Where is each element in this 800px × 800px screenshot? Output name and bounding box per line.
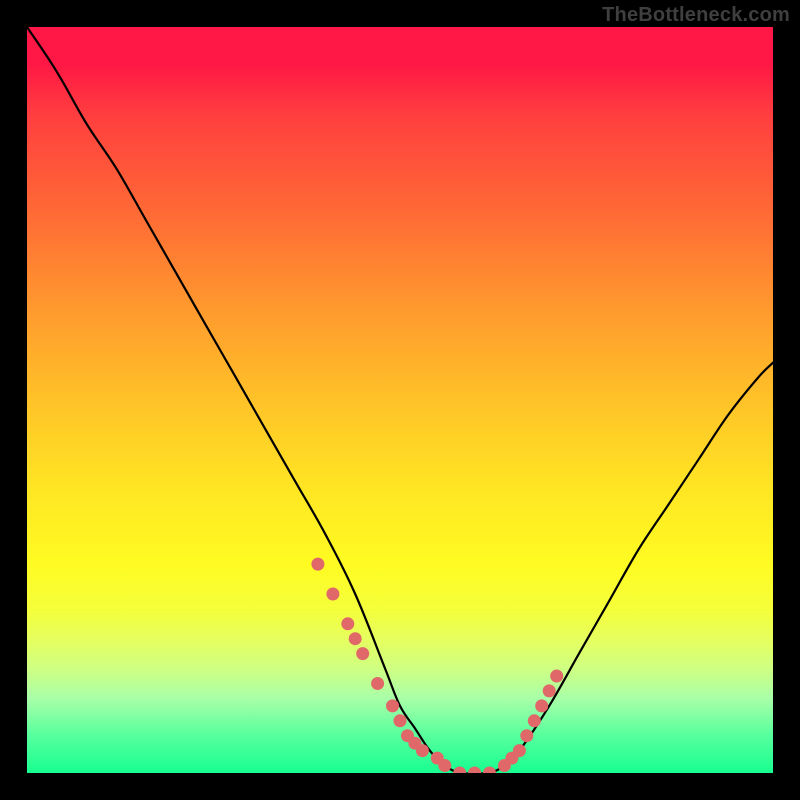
marker-dot	[341, 617, 354, 630]
marker-dot	[483, 767, 496, 774]
marker-dot	[453, 767, 466, 774]
marker-dot	[550, 670, 563, 683]
marker-dot	[513, 744, 526, 757]
marker-dot	[394, 714, 407, 727]
marker-dot	[438, 759, 451, 772]
marker-dot	[528, 714, 541, 727]
watermark-text: TheBottleneck.com	[602, 4, 790, 27]
marker-dot	[386, 699, 399, 712]
plot-svg	[27, 27, 773, 773]
marker-dot	[468, 767, 481, 774]
marker-dot	[349, 632, 362, 645]
highlight-markers	[311, 558, 563, 773]
marker-dot	[311, 558, 324, 571]
marker-dot	[371, 677, 384, 690]
plot-area	[27, 27, 773, 773]
marker-dot	[543, 684, 556, 697]
chart-frame: TheBottleneck.com	[0, 0, 800, 800]
marker-dot	[356, 647, 369, 660]
marker-dot	[535, 699, 548, 712]
marker-dot	[416, 744, 429, 757]
bottleneck-curve	[27, 27, 773, 773]
marker-dot	[326, 588, 339, 601]
marker-dot	[520, 729, 533, 742]
